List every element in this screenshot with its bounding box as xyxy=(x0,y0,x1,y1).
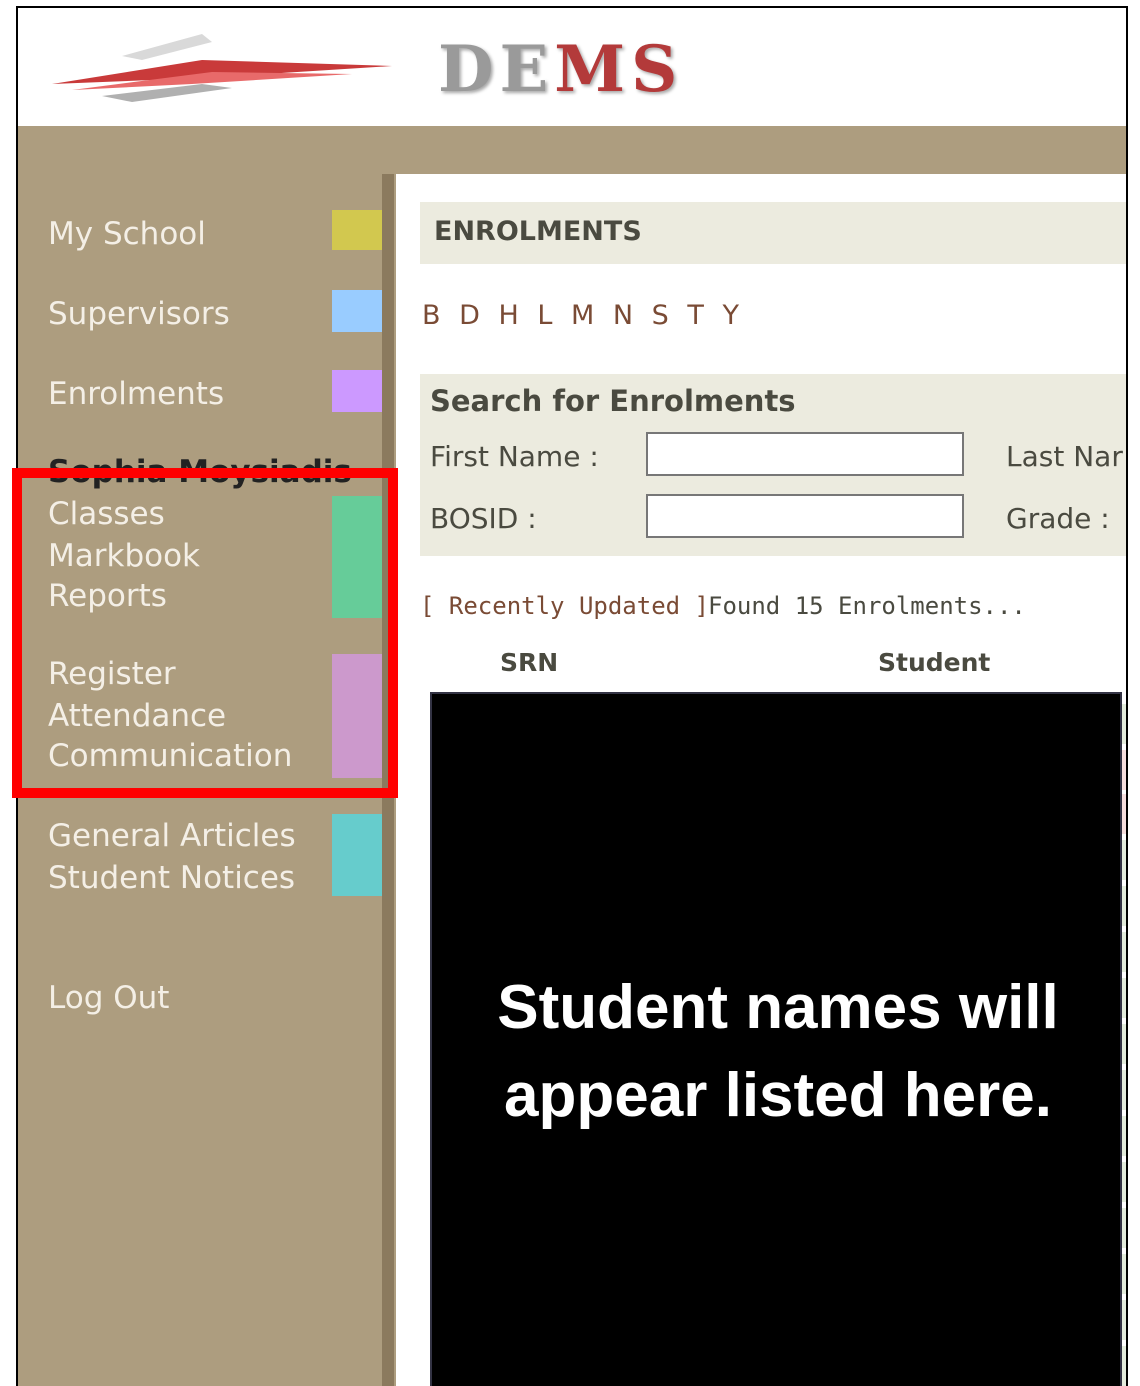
nav-supervisors-swatch xyxy=(332,290,382,332)
nav-my-school-swatch xyxy=(332,210,382,250)
first-name-input[interactable] xyxy=(646,432,964,476)
column-header-student[interactable]: Student xyxy=(878,648,990,677)
app-header: DEMS xyxy=(18,8,1126,126)
results-count: Found 15 Enrolments... xyxy=(708,592,1026,620)
redaction-caption: Student names will appear listed here. xyxy=(432,964,1124,1140)
nav-supervisors[interactable]: Supervisors xyxy=(48,294,230,334)
logo-letter-e: E xyxy=(499,32,555,107)
logo-wordmark: DEMS xyxy=(438,32,683,107)
main-content: ENROLMENTS B D H L M N S T Y Search for … xyxy=(396,174,1126,1386)
first-name-label: First Name : xyxy=(430,440,599,473)
logo-letters-ms: MS xyxy=(554,32,684,107)
search-heading: Search for Enrolments xyxy=(430,384,796,418)
last-name-label: Last Nar xyxy=(1006,440,1123,473)
grade-label: Grade : xyxy=(1006,502,1110,535)
column-header-srn[interactable]: SRN xyxy=(500,648,558,677)
redaction-caption-line-1: Student names will xyxy=(497,973,1059,1042)
nav-student-notices[interactable]: Student Notices xyxy=(48,858,295,898)
search-panel: Search for Enrolments First Name : Last … xyxy=(420,374,1126,556)
highlight-annotation xyxy=(12,468,398,798)
bosid-label: BOSID : xyxy=(430,502,537,535)
logo-icon xyxy=(52,34,392,102)
redaction-caption-line-2: appear listed here. xyxy=(504,1061,1052,1130)
nav-enrolments-swatch xyxy=(332,370,382,412)
bosid-input[interactable] xyxy=(646,494,964,538)
nav-log-out[interactable]: Log Out xyxy=(48,978,169,1018)
nav-articles-swatch xyxy=(332,814,382,896)
section-header: ENROLMENTS xyxy=(420,202,1126,264)
nav-enrolments[interactable]: Enrolments xyxy=(48,374,224,414)
nav-general-articles[interactable]: General Articles xyxy=(48,816,296,856)
nav-my-school[interactable]: My School xyxy=(48,214,206,254)
alphabet-index[interactable]: B D H L M N S T Y xyxy=(422,300,744,331)
recently-updated-link[interactable]: [ Recently Updated ] xyxy=(420,592,709,620)
logo-letter-d: D xyxy=(438,32,500,107)
section-title: ENROLMENTS xyxy=(434,216,642,247)
redaction-overlay: Student names will appear listed here. xyxy=(430,692,1122,1386)
